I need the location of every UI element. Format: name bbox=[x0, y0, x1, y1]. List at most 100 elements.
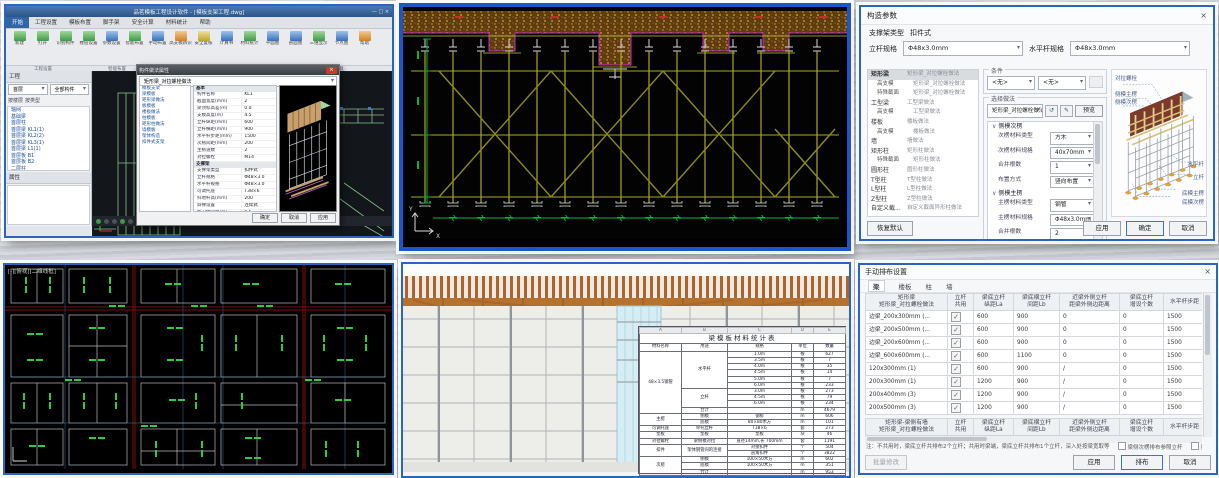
condition-combo-1[interactable]: <无> bbox=[987, 76, 1035, 90]
arrange-tab[interactable]: 墙 bbox=[946, 281, 953, 291]
arrange-tab[interactable]: 梁 bbox=[868, 280, 885, 292]
property-row[interactable]: 次楞间距(mm)200 bbox=[194, 141, 276, 148]
property-row[interactable]: 梁顶标高差(m)0.0 bbox=[194, 106, 276, 113]
arrange-cell[interactable]: ✓ bbox=[948, 311, 974, 324]
arrange-cell[interactable]: 0 bbox=[1060, 324, 1120, 337]
ribbon-tool[interactable]: 材料统计 bbox=[238, 30, 261, 46]
arrange-cell[interactable]: 梁底立杆 增设个数 bbox=[1120, 294, 1164, 311]
property-row[interactable]: 支撑架类型扣件式 bbox=[194, 168, 276, 175]
arrange-cell[interactable]: 梁底横立杆 间距Lb bbox=[1014, 294, 1060, 311]
arrange-cell[interactable]: 200x400mm (3) bbox=[866, 389, 948, 402]
property-value[interactable]: 4.5 bbox=[241, 113, 276, 119]
arrange-cell[interactable]: 200x300mm (1) bbox=[866, 376, 948, 389]
elevation-drawing-panel[interactable]: Y X bbox=[399, 3, 851, 251]
window-controls[interactable]: — □ × bbox=[372, 9, 392, 15]
checkbox-1[interactable]: 梁侧次楞排布参照立杆 bbox=[1118, 442, 1183, 451]
arrange-cell[interactable]: 边梁_200x300mm (... bbox=[866, 311, 948, 324]
apply-button[interactable]: 应用 bbox=[1073, 455, 1115, 470]
property-value[interactable]: Φ48×3.0 bbox=[241, 182, 276, 188]
ribbon-tab[interactable]: 模板布置 bbox=[63, 17, 97, 28]
property-row[interactable]: 主楞道数2 bbox=[194, 148, 276, 155]
property-value[interactable]: M14 bbox=[241, 155, 276, 161]
property-row[interactable]: 斜撑设置连续式 bbox=[194, 203, 276, 210]
arrange-cell[interactable]: 200x500mm (3) bbox=[866, 402, 948, 415]
arrange-cell[interactable]: 梁底立杆 增设个数 bbox=[1120, 419, 1164, 436]
arrange-cell[interactable]: 边梁_200x500mm (... bbox=[866, 324, 948, 337]
arrange-cell[interactable]: 1500 bbox=[1164, 376, 1203, 389]
arrange-button[interactable]: 排布 bbox=[1121, 455, 1163, 470]
cancel-button[interactable]: 取消 bbox=[1169, 221, 1207, 236]
ribbon-tab[interactable]: 安全计算 bbox=[126, 17, 160, 28]
method-list-row[interactable]: 特殊截面矩形柱做法 bbox=[868, 156, 978, 166]
arrange-cell[interactable]: 边梁_600x600mm (... bbox=[866, 350, 948, 363]
method-list-row[interactable]: 墙墙做法 bbox=[868, 137, 978, 147]
table-vscrollbar[interactable] bbox=[1203, 293, 1212, 437]
ribbon-tab[interactable]: 材料统计 bbox=[160, 17, 194, 28]
pole-spec-combo[interactable]: Φ48x3.0mm bbox=[903, 41, 1023, 56]
arrange-cell[interactable]: 矩形梁-梁侧有墙 矩形梁_对拉螺栓做法 bbox=[866, 419, 948, 436]
property-value[interactable]: 钢管 bbox=[1050, 199, 1094, 212]
property-row[interactable]: 支模高度(m)4.5 bbox=[194, 113, 276, 120]
ribbon-tool[interactable]: 识别构件 bbox=[54, 30, 77, 46]
ribbon-tool[interactable]: 剖面图 bbox=[284, 30, 307, 46]
property-row[interactable]: 立杆规格Φ48×3.0 bbox=[194, 175, 276, 182]
method-list-row[interactable]: T型柱T型柱做法 bbox=[868, 176, 978, 186]
arrange-cell[interactable]: 边梁_200x600mm (... bbox=[866, 337, 948, 350]
method-tree[interactable]: 模板支架梁模板矩形梁做法板模板楼板做法柱模板矩形柱做法墙模板架体构造扣件式支架 bbox=[139, 85, 191, 212]
arrange-cell[interactable]: 600 bbox=[974, 337, 1014, 350]
dialog-button[interactable]: 取消 bbox=[281, 213, 307, 223]
arrange-cell[interactable]: 120x300mm (1) bbox=[866, 363, 948, 376]
arrange-cell[interactable]: 900 bbox=[1014, 311, 1060, 324]
arrange-cell[interactable]: 1200 bbox=[974, 376, 1014, 389]
method-list-row[interactable]: 高支模工型梁做法 bbox=[868, 108, 978, 118]
arrange-cell[interactable]: 1200 bbox=[974, 402, 1014, 415]
property-row[interactable]: 合并根数1 bbox=[988, 160, 1102, 175]
arrange-cell[interactable]: ✓ bbox=[948, 402, 974, 415]
ribbon-tool[interactable]: 安全复核 bbox=[192, 30, 215, 46]
checkbox-icon[interactable]: ✓ bbox=[951, 325, 961, 335]
property-row[interactable]: 截面宽度(mm)2 bbox=[194, 99, 276, 106]
checkbox-icon[interactable]: ✓ bbox=[951, 364, 961, 374]
cancel-button[interactable]: 取消 bbox=[1169, 455, 1211, 470]
checkbox-icon[interactable]: ✓ bbox=[951, 312, 961, 322]
property-value[interactable]: 扣件式 bbox=[241, 168, 276, 174]
tree-item[interactable]: 二层柱 bbox=[8, 166, 89, 172]
render-view-panel[interactable]: ABCDE梁模板材料统计表材料名称用途规格单位数量48×3.5钢管水平杆1.0m… bbox=[401, 262, 851, 478]
property-value[interactable]: 600 bbox=[241, 120, 276, 126]
ribbon-tab[interactable]: 开始 bbox=[6, 17, 29, 28]
arrange-cell[interactable]: 0 bbox=[1120, 324, 1164, 337]
method-list-row[interactable]: 工型梁工型梁做法 bbox=[868, 99, 978, 109]
arrange-cell[interactable]: 900 bbox=[1014, 324, 1060, 337]
property-row[interactable]: 水平杆规格Φ48×3.0 bbox=[194, 182, 276, 189]
arrange-cell[interactable]: 900 bbox=[1014, 337, 1060, 350]
dialog-button[interactable]: 应用 bbox=[310, 213, 336, 223]
section-side-main[interactable]: 侧模主楞 bbox=[988, 189, 1102, 198]
property-value[interactable]: T38×6 bbox=[241, 189, 276, 195]
method-list-row[interactable]: 矩形柱矩形柱做法 bbox=[868, 147, 978, 157]
arrange-cell[interactable]: 0 bbox=[1060, 350, 1120, 363]
ribbon-tab[interactable]: 脚手架 bbox=[97, 17, 126, 28]
arrange-cell[interactable]: 0 bbox=[1060, 337, 1120, 350]
hbar-spec-combo[interactable]: Φ48x3.0mm bbox=[1070, 41, 1190, 56]
arrange-cell[interactable]: / bbox=[1060, 389, 1120, 402]
property-row[interactable]: 扫地杆高(mm)200 bbox=[194, 196, 276, 203]
ribbon-tool[interactable]: 三维显示 bbox=[307, 30, 330, 46]
viewport-label[interactable]: [-][俯视][二维线框] bbox=[8, 267, 56, 275]
ok-button[interactable]: 确定 bbox=[1126, 221, 1164, 236]
method-list-row[interactable]: 特殊截面矩形梁_对拉螺栓做法 bbox=[868, 89, 978, 99]
condition-combo-2[interactable]: <无> bbox=[1038, 76, 1086, 90]
method-list-row[interactable]: Z型柱Z型柱做法 bbox=[868, 195, 978, 205]
ribbon-tab[interactable]: 帮助 bbox=[194, 17, 217, 28]
checkbox-icon[interactable] bbox=[1191, 442, 1199, 450]
arrange-cell[interactable]: 梁底横立杆 间距Lb bbox=[1014, 419, 1060, 436]
method-list-row[interactable]: 高支模矩形梁_对拉螺栓做法 bbox=[868, 80, 978, 90]
arrange-cell[interactable]: ✓ bbox=[948, 337, 974, 350]
radio-by-type[interactable]: 按类型 bbox=[25, 97, 40, 104]
beam-table[interactable]: 矩形梁 矩形梁_对拉螺栓做法立杆 共用梁底立杆 纵距La梁底横立杆 间距Lb近梁… bbox=[865, 293, 1202, 415]
arrange-cell[interactable]: / bbox=[1060, 363, 1120, 376]
checkbox-icon[interactable]: ✓ bbox=[951, 351, 961, 361]
arrange-cell[interactable]: 900 bbox=[1014, 402, 1060, 415]
arrange-cell[interactable]: 1500 bbox=[1164, 324, 1203, 337]
apply-button[interactable]: 应用 bbox=[1083, 221, 1121, 236]
arrange-cell[interactable]: 梁底立杆 纵距La bbox=[974, 294, 1014, 311]
